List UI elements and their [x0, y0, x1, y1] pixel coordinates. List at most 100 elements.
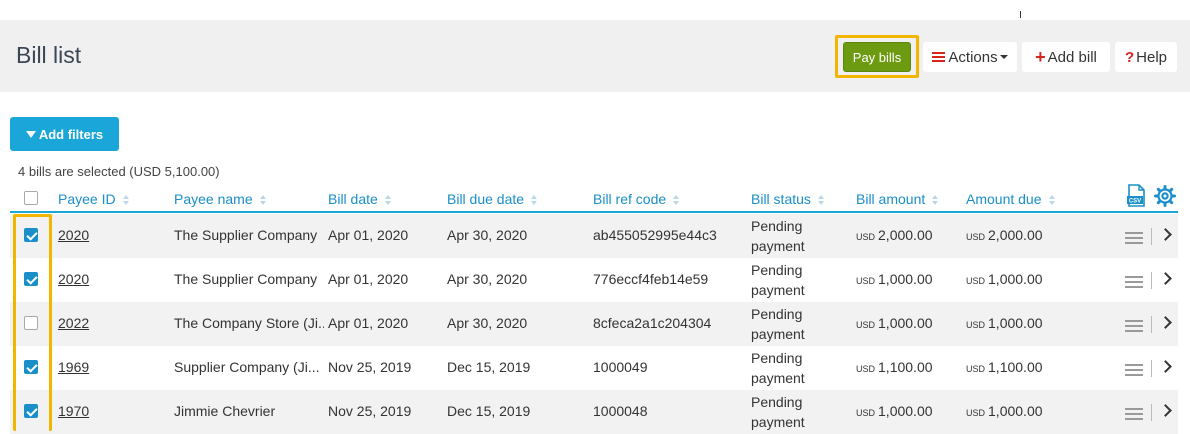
- chevron-right-icon[interactable]: [1159, 404, 1172, 417]
- currency-code: USD: [856, 320, 876, 330]
- col-bill-status[interactable]: Bill status: [751, 191, 825, 207]
- chevron-right-icon[interactable]: [1159, 316, 1172, 329]
- chevron-right-icon[interactable]: [1159, 272, 1172, 285]
- bill-ref-code: ab455052995e44c3: [593, 227, 717, 243]
- add-bill-label: Add bill: [1047, 48, 1097, 66]
- col-amount-due[interactable]: Amount due: [966, 191, 1056, 207]
- bill-ref-code: 1000048: [593, 403, 648, 419]
- bill-due-date: Dec 15, 2019: [447, 403, 531, 419]
- row-menu-icon[interactable]: [1125, 361, 1143, 379]
- filter-icon: [25, 130, 36, 138]
- row-divider: [1151, 228, 1152, 245]
- bill-due-date: Apr 30, 2020: [447, 315, 528, 331]
- bill-amount: USD 2,000.00: [856, 227, 933, 243]
- sort-icon: [384, 195, 392, 206]
- bill-ref-code: 776eccf4feb14e59: [593, 271, 709, 287]
- select-all-checkbox[interactable]: [24, 191, 38, 205]
- table-row[interactable]: 2020 The Supplier Company Apr 01, 2020 Apr …: [10, 214, 1178, 258]
- col-payee-id[interactable]: Payee ID: [58, 191, 130, 207]
- bill-date: Apr 01, 2020: [328, 227, 409, 243]
- bill-ref-code: 8cfeca2a1c204304: [593, 315, 712, 331]
- pay-bills-button[interactable]: Pay bills: [843, 42, 911, 72]
- currency-code: USD: [856, 408, 876, 418]
- table-row[interactable]: 2022 The Company Store (Ji... Apr 01, 2020…: [10, 302, 1178, 346]
- bill-status: Pending payment: [751, 306, 805, 342]
- payee-id-link[interactable]: 2022: [58, 315, 89, 331]
- sort-icon: [531, 195, 538, 206]
- add-bill-button[interactable]: + Add bill: [1022, 42, 1110, 72]
- bill-status: Pending payment: [751, 394, 805, 430]
- sort-icon: [122, 195, 130, 206]
- payee-id-link[interactable]: 2020: [58, 271, 89, 287]
- col-bill-ref-code[interactable]: Bill ref code: [593, 191, 680, 207]
- amount-due: USD 1,000.00: [966, 271, 1043, 287]
- row-divider: [1151, 360, 1152, 377]
- currency-code: USD: [966, 408, 986, 418]
- col-bill-date[interactable]: Bill date: [328, 191, 392, 207]
- bill-status: Pending payment: [751, 218, 805, 254]
- bill-amount: USD 1,100.00: [856, 359, 933, 375]
- payee-id-link[interactable]: 1969: [58, 359, 89, 375]
- amount-due: USD 1,000.00: [966, 403, 1043, 419]
- bill-date: Nov 25, 2019: [328, 403, 412, 419]
- bill-due-date: Dec 15, 2019: [447, 359, 531, 375]
- question-icon: ?: [1124, 48, 1135, 66]
- row-divider: [1151, 272, 1152, 289]
- currency-code: USD: [966, 320, 986, 330]
- col-bill-due-date[interactable]: Bill due date: [447, 191, 538, 207]
- csv-label: CSV: [1129, 199, 1141, 205]
- table-header: Payee ID Payee name Bill date Bill due d…: [10, 186, 1178, 213]
- actions-dropdown-button[interactable]: Actions: [923, 42, 1017, 72]
- row-menu-icon[interactable]: [1125, 229, 1143, 247]
- actions-label: Actions: [948, 48, 998, 66]
- sort-icon: [259, 195, 267, 206]
- plus-icon: +: [1035, 46, 1046, 67]
- sort-icon: [673, 195, 680, 206]
- chevron-right-icon[interactable]: [1159, 360, 1172, 373]
- payee-id-link[interactable]: 2020: [58, 227, 89, 243]
- selection-summary: 4 bills are selected (USD 5,100.00): [18, 164, 220, 179]
- sort-icon: [932, 195, 939, 206]
- payee-name: The Supplier Company: [174, 227, 318, 243]
- top-bar: [0, 0, 1190, 20]
- chevron-right-icon[interactable]: [1159, 228, 1172, 241]
- payee-name: The Supplier Company: [174, 271, 318, 287]
- bill-date: Apr 01, 2020: [328, 315, 409, 331]
- add-filters-button[interactable]: Add filters: [10, 117, 119, 151]
- col-payee-name[interactable]: Payee name: [174, 191, 267, 207]
- payee-name: Supplier Company (Ji...: [174, 359, 320, 375]
- bill-amount: USD 1,000.00: [856, 315, 933, 331]
- gear-icon[interactable]: [1154, 185, 1176, 207]
- currency-code: USD: [856, 364, 876, 374]
- bill-amount: USD 1,000.00: [856, 403, 933, 419]
- row-menu-icon[interactable]: [1125, 317, 1143, 335]
- payee-name: Jimmie Chevrier: [174, 403, 276, 419]
- table-row[interactable]: 1969 Supplier Company (Ji... Nov 25, 2019 D…: [10, 346, 1178, 390]
- bill-date: Nov 25, 2019: [328, 359, 412, 375]
- menu-icon: [932, 50, 946, 64]
- table-row[interactable]: 2020 The Supplier Company Apr 01, 2020 Apr …: [10, 258, 1178, 302]
- bill-ref-code: 1000049: [593, 359, 648, 375]
- row-menu-icon[interactable]: [1125, 405, 1143, 423]
- sort-icon: [1048, 195, 1056, 206]
- currency-code: USD: [966, 276, 986, 286]
- payee-name: The Company Store (Ji...: [174, 315, 324, 331]
- csv-export-icon[interactable]: CSV: [1126, 184, 1146, 208]
- currency-code: USD: [856, 232, 876, 242]
- col-bill-amount[interactable]: Bill amount: [856, 191, 939, 207]
- bill-status: Pending payment: [751, 350, 805, 386]
- row-menu-icon[interactable]: [1125, 273, 1143, 291]
- add-filters-label: Add filters: [38, 126, 104, 142]
- amount-due: USD 1,100.00: [966, 359, 1043, 375]
- currency-code: USD: [856, 276, 876, 286]
- help-button[interactable]: ? Help: [1115, 42, 1177, 72]
- payee-id-link[interactable]: 1970: [58, 403, 89, 419]
- bill-due-date: Apr 30, 2020: [447, 227, 528, 243]
- row-divider: [1151, 316, 1152, 333]
- table-row[interactable]: 1970 Jimmie Chevrier Nov 25, 2019 Dec 15, 2…: [10, 390, 1178, 434]
- caret-down-icon: [999, 55, 1008, 59]
- bill-status: Pending payment: [751, 262, 805, 298]
- currency-code: USD: [966, 232, 986, 242]
- bill-date: Apr 01, 2020: [328, 271, 409, 287]
- text-cursor: [1020, 11, 1021, 18]
